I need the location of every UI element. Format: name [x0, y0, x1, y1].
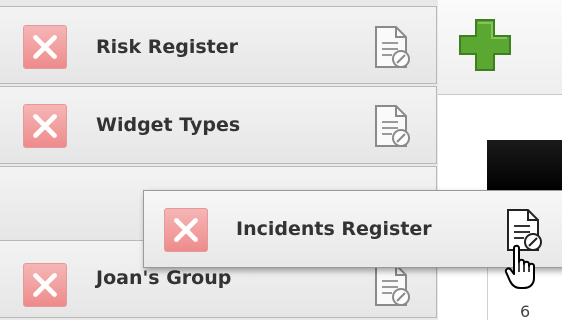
- green-plus-icon[interactable]: [458, 18, 512, 72]
- list-item-label: Widget Types: [96, 114, 241, 136]
- document-edit-icon[interactable]: [372, 25, 412, 69]
- delete-x-icon[interactable]: [23, 263, 67, 307]
- list-item-label: Risk Register: [96, 36, 238, 58]
- group-list-panel: Risk Register Widget Types Joan's Group: [0, 0, 438, 320]
- hand-pointer-icon: [504, 244, 538, 290]
- dark-panel: [487, 140, 562, 192]
- list-item-widget-types[interactable]: Widget Types: [0, 86, 437, 164]
- list-item-label: Joan's Group: [96, 267, 232, 289]
- delete-x-icon[interactable]: [23, 25, 67, 69]
- toolbar: [438, 0, 562, 95]
- delete-x-icon[interactable]: [164, 208, 208, 252]
- grid-cell-value: 6: [520, 302, 531, 321]
- document-edit-icon[interactable]: [372, 263, 412, 307]
- dragging-list-item-incidents-register[interactable]: Incidents Register: [143, 190, 562, 268]
- list-item-risk-register[interactable]: Risk Register: [0, 6, 437, 84]
- delete-x-icon[interactable]: [23, 104, 67, 148]
- document-edit-icon[interactable]: [372, 104, 412, 148]
- dragging-item-label: Incidents Register: [236, 218, 432, 240]
